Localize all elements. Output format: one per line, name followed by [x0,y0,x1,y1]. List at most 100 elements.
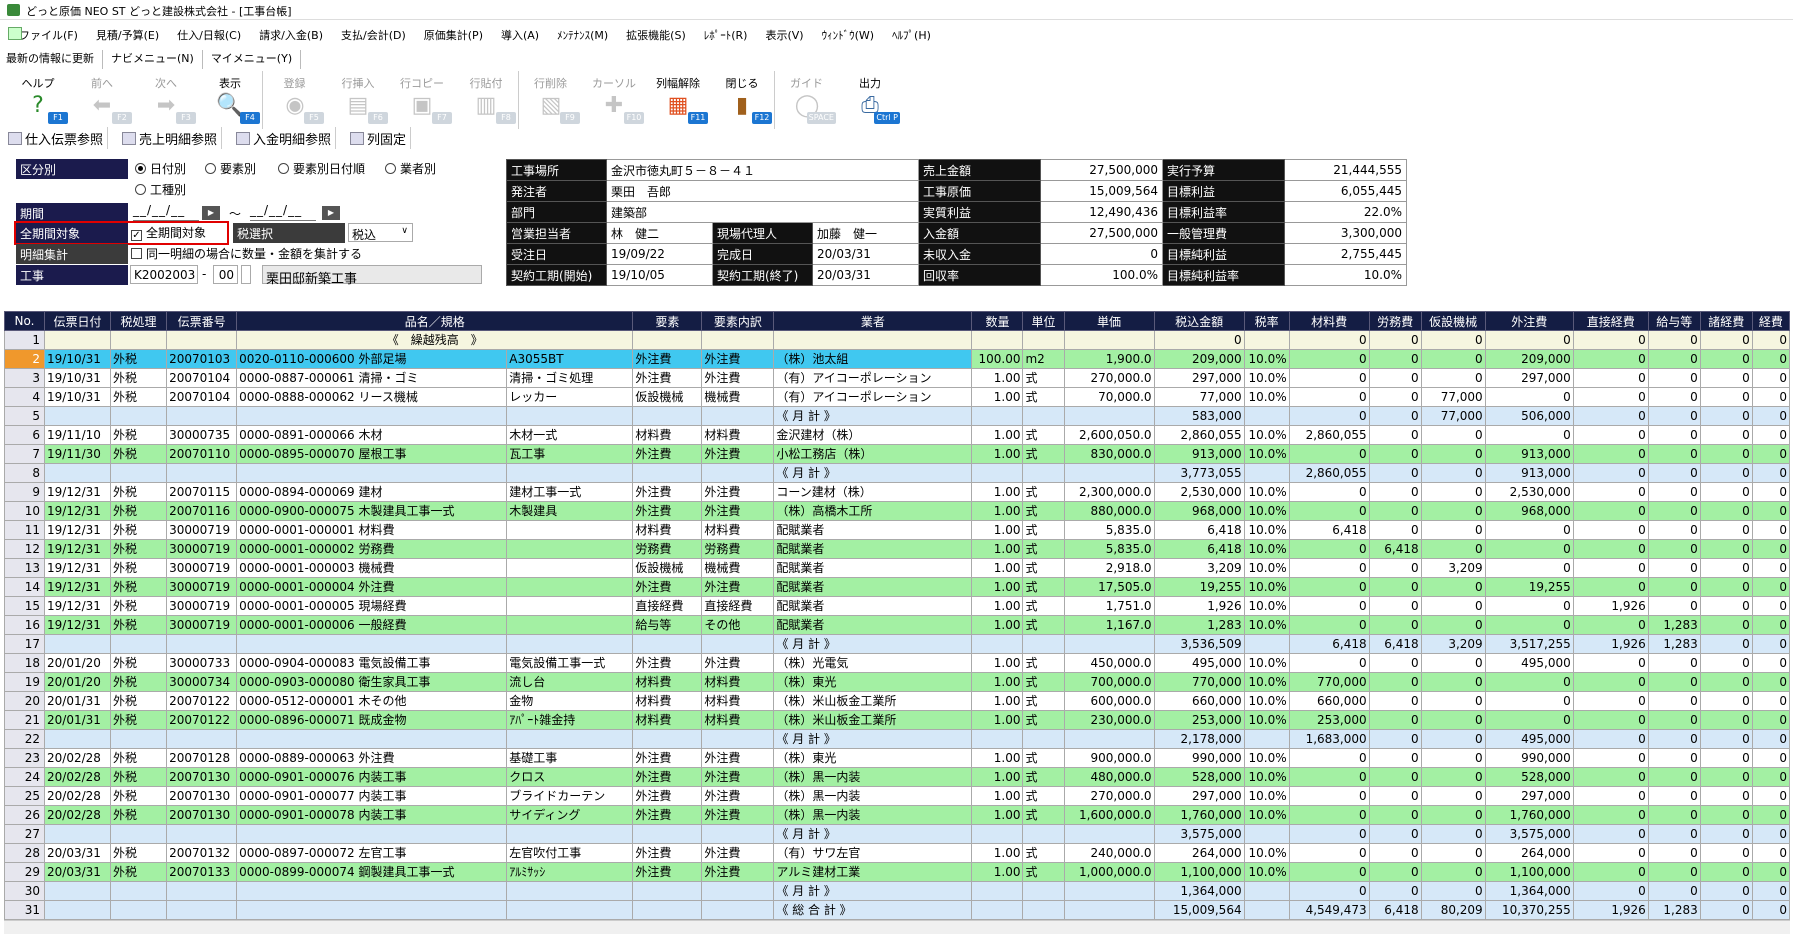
grid-cell[interactable]: 外税 [110,653,168,673]
grid-cell[interactable] [236,881,508,901]
grid-cell[interactable]: 外税 [110,558,168,578]
row-number[interactable]: 4 [3,387,46,407]
grid-cell[interactable]: （株）米山板金工業所 [773,710,973,730]
grid-cell[interactable] [166,634,238,654]
grid-cell[interactable]: 0 [1751,615,1791,635]
grid-cell[interactable]: 式 [1022,615,1065,635]
grid-cell[interactable] [701,900,775,920]
column-header[interactable]: 品名／規格 [236,311,634,331]
grid-cell[interactable] [971,824,1024,844]
grid-cell[interactable]: 0 [1572,767,1649,787]
grid-cell[interactable]: 0 [1647,881,1701,901]
grid-cell[interactable]: 外注費 [701,805,775,825]
column-header[interactable]: 仮設機械 [1420,311,1486,331]
grid-cell[interactable] [506,729,634,749]
grid-cell[interactable]: 1.00 [971,444,1024,464]
grid-cell[interactable]: 19/10/31 [44,368,112,388]
radio-element[interactable]: 要素別 [205,160,256,177]
grid-cell[interactable]: 0000-0001-000005 現場経費 [236,596,508,616]
grid-cell[interactable]: 式 [1022,672,1065,692]
grid-cell[interactable]: 0000-0891-000066 木材 [236,425,508,445]
zenkikan-checkbox[interactable]: ✓ 全期間対象 [131,224,206,241]
grid-cell[interactable]: 電気設備工事一式 [506,653,634,673]
info-value[interactable]: 22.0% [1284,201,1407,223]
grid-cell[interactable]: 0 [1751,900,1791,920]
grid-cell[interactable]: 0 [1484,691,1574,711]
meisai-checkbox[interactable]: 同一明細の場合に数量・金額を集計する [131,245,362,262]
grid-cell[interactable]: 仮設機械 [632,558,703,578]
grid-cell[interactable]: 0 [1699,862,1753,882]
grid-cell[interactable]: 0 [1572,672,1649,692]
grid-cell[interactable]: 外注費 [701,653,775,673]
grid-cell[interactable]: 0000-0001-000001 材料費 [236,520,508,540]
grid-cell[interactable]: 0 [1647,824,1701,844]
info-value[interactable]: 19/09/22 [606,243,713,265]
grid-cell[interactable]: 流し台 [506,672,634,692]
row-number[interactable]: 11 [3,520,46,540]
grid-cell[interactable] [1063,463,1155,483]
grid-cell[interactable]: 0 [1484,520,1574,540]
grid-cell[interactable]: 0 [1699,691,1753,711]
grid-cell[interactable] [1243,900,1290,920]
grid-cell[interactable]: 10.0% [1243,482,1290,502]
grid-cell[interactable]: 木材一式 [506,425,634,445]
grid-cell[interactable]: 式 [1022,501,1065,521]
grid-cell[interactable]: 外注費 [632,501,703,521]
calendar-to-button[interactable]: ▶ [322,206,340,220]
grid-cell[interactable]: 19/12/31 [44,501,112,521]
grid-cell[interactable]: 297,000 [1153,786,1245,806]
grid-cell[interactable]: 1.00 [971,558,1024,578]
tax-select[interactable]: 税込 ∨ [348,223,413,242]
grid-cell[interactable] [110,406,168,426]
grid-cell[interactable]: 0 [1368,425,1422,445]
toolbar-button[interactable]: 行挿入 ▤ F6 [326,71,390,129]
grid-cell[interactable]: 1.00 [971,710,1024,730]
grid-cell[interactable]: 0 [1288,767,1370,787]
menu-item[interactable]: 請求/入金(B) [250,25,332,46]
grid-cell[interactable]: 10.0% [1243,862,1290,882]
grid-cell[interactable]: 30000733 [166,653,238,673]
grid-cell[interactable]: 5,835.0 [1063,539,1155,559]
info-value[interactable]: 15,009,564 [1040,180,1163,202]
column-header[interactable]: 税処理 [110,311,168,331]
grid-cell[interactable]: 0 [1572,691,1649,711]
table-row[interactable]: 3 19/10/31 外税 20070104 0000-0887-000061 清掃・ゴ… [3,368,1791,388]
grid-cell[interactable]: 77,000 [1420,387,1486,407]
column-header[interactable]: 単価 [1063,311,1155,331]
grid-cell[interactable]: 配賦業者 [773,520,973,540]
grid-cell[interactable]: 外注費 [701,786,775,806]
grid-cell[interactable] [506,520,634,540]
grid-cell[interactable]: 0 [1420,653,1486,673]
grid-cell[interactable]: 1.00 [971,748,1024,768]
grid-cell[interactable]: 100.00 [971,349,1024,369]
grid-cell[interactable]: 20070103 [166,349,238,369]
grid-cell[interactable]: 1,600,000.0 [1063,805,1155,825]
grid-cell[interactable]: 0 [1699,767,1753,787]
column-header[interactable]: 伝票番号 [166,311,238,331]
grid-cell[interactable]: 19/11/10 [44,425,112,445]
grid-cell[interactable] [971,634,1024,654]
grid-cell[interactable]: 0 [1572,444,1649,464]
grid-cell[interactable]: 20/02/28 [44,748,112,768]
toolbar-button[interactable]: ヘルプ? F1 [6,71,70,129]
grid-cell[interactable] [632,881,703,901]
grid-cell[interactable]: 4,549,473 [1288,900,1370,920]
grid-cell[interactable] [44,330,112,350]
grid-cell[interactable]: 0 [1751,824,1791,844]
grid-cell[interactable]: 0 [1699,900,1753,920]
grid-cell[interactable]: 1.00 [971,387,1024,407]
grid-cell[interactable]: 式 [1022,387,1065,407]
grid-cell[interactable]: 6,418 [1288,520,1370,540]
grid-cell[interactable]: （株）池太組 [773,349,973,369]
grid-cell[interactable]: 10.0% [1243,387,1290,407]
grid-cell[interactable]: 配賦業者 [773,539,973,559]
grid-cell[interactable]: 1.00 [971,520,1024,540]
row-number[interactable]: 25 [3,786,46,806]
grid-cell[interactable]: 0 [1751,672,1791,692]
grid-cell[interactable] [701,634,775,654]
table-row[interactable]: 24 20/02/28 外税 20070130 0000-0901-000076 内装工… [3,767,1791,787]
grid-cell[interactable]: 0 [1288,748,1370,768]
grid-cell[interactable]: 20/03/31 [44,862,112,882]
row-number[interactable]: 15 [3,596,46,616]
grid-cell[interactable]: 0 [1699,425,1753,445]
